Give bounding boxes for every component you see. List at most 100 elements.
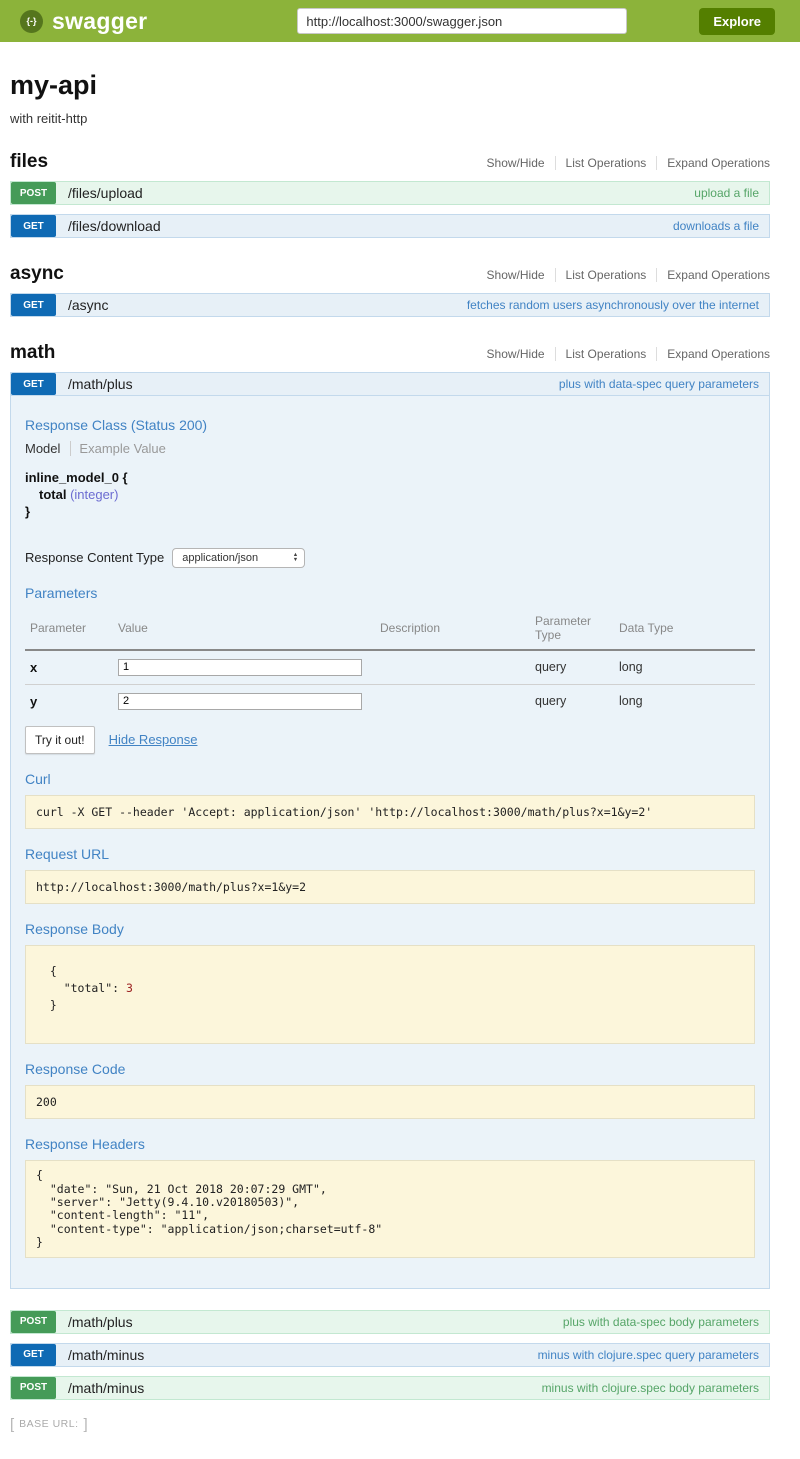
method-badge-post: POST — [11, 182, 56, 204]
tab-example-value[interactable]: Example Value — [71, 441, 165, 456]
operation-summary[interactable]: plus with data-spec query parameters — [559, 377, 759, 391]
operation-path[interactable]: /math/minus — [68, 1347, 144, 1363]
json-number-value: 3 — [126, 981, 133, 995]
parameters-heading: Parameters — [25, 585, 755, 601]
operation-summary[interactable]: fetches random users asynchronously over… — [467, 298, 759, 312]
api-subtitle: with reitit-http — [10, 111, 770, 126]
footer-close-bracket: ] — [84, 1416, 88, 1433]
parameters-table: Parameter Value Description Parameter Ty… — [25, 610, 755, 718]
show-hide-link[interactable]: Show/Hide — [477, 268, 555, 282]
method-badge-get: GET — [11, 215, 56, 237]
footer-open-bracket: [ — [10, 1416, 14, 1433]
parameter-type: query — [530, 650, 614, 685]
operation-summary[interactable]: upload a file — [694, 186, 759, 200]
resource-controls: Show/Hide List Operations Expand Operati… — [477, 268, 770, 282]
parameter-data-type: long — [614, 650, 755, 685]
request-url-value: http://localhost:3000/math/plus?x=1&y=2 — [25, 870, 755, 904]
operation-row[interactable]: POST /math/plus plus with data-spec body… — [10, 1310, 770, 1334]
property-type: (integer) — [70, 487, 118, 502]
operation-row[interactable]: POST /files/upload upload a file — [10, 181, 770, 205]
parameter-data-type: long — [614, 684, 755, 718]
response-class-heading: Response Class (Status 200) — [25, 417, 755, 433]
show-hide-link[interactable]: Show/Hide — [477, 347, 555, 361]
content-type-selected-value: application/json — [182, 552, 258, 564]
show-hide-link[interactable]: Show/Hide — [477, 156, 555, 170]
spec-url-input[interactable] — [297, 8, 627, 34]
operation-path[interactable]: /math/plus — [68, 1314, 133, 1330]
operation-summary[interactable]: plus with data-spec body parameters — [563, 1315, 759, 1329]
hide-response-link[interactable]: Hide Response — [109, 732, 198, 747]
header-bar: {-} swagger Explore — [0, 0, 800, 42]
api-info: my-api with reitit-http — [10, 70, 770, 126]
parameter-value-input-y[interactable] — [118, 693, 362, 710]
operation-row[interactable]: GET /files/download downloads a file — [10, 214, 770, 238]
content-type-select[interactable]: application/json ▲▼ — [172, 548, 305, 568]
response-code-value: 200 — [25, 1085, 755, 1119]
curl-heading: Curl — [25, 771, 755, 787]
tab-model[interactable]: Model — [25, 441, 71, 456]
list-operations-link[interactable]: List Operations — [555, 347, 657, 361]
base-url-label: BASE URL: — [19, 1418, 78, 1430]
operation-detail-panel: Response Class (Status 200) Model Exampl… — [10, 396, 770, 1289]
method-badge-get: GET — [11, 294, 56, 316]
explore-button[interactable]: Explore — [699, 8, 775, 35]
operation-path[interactable]: /math/plus — [68, 376, 133, 392]
response-content-type-label: Response Content Type — [25, 550, 164, 565]
parameter-name: x — [25, 650, 113, 685]
swagger-logo-icon: {-} — [20, 10, 43, 33]
list-operations-link[interactable]: List Operations — [555, 268, 657, 282]
select-stepper-icon: ▲▼ — [293, 553, 298, 562]
resource-name-files[interactable]: files — [10, 151, 48, 173]
operation-path[interactable]: /math/minus — [68, 1380, 144, 1396]
json-close-brace: } — [36, 997, 744, 1014]
operation-path[interactable]: /async — [68, 297, 108, 313]
signature-property: total (integer) — [39, 487, 755, 504]
column-header-value: Value — [113, 610, 375, 650]
expand-operations-link[interactable]: Expand Operations — [656, 156, 770, 170]
base-url-footer: [ BASE URL: ] — [10, 1416, 770, 1433]
expand-operations-link[interactable]: Expand Operations — [656, 347, 770, 361]
operation-path[interactable]: /files/upload — [68, 185, 143, 201]
parameter-type: query — [530, 684, 614, 718]
operation-path[interactable]: /files/download — [68, 218, 161, 234]
column-header-parameter: Parameter — [25, 610, 113, 650]
response-body-json: { "total": 3 } — [25, 945, 755, 1045]
response-body-heading: Response Body — [25, 921, 755, 937]
column-header-description: Description — [375, 610, 530, 650]
operation-summary[interactable]: minus with clojure.spec query parameters — [538, 1348, 759, 1362]
json-total-line: "total": 3 — [36, 980, 744, 997]
column-header-parameter-type: Parameter Type — [530, 610, 614, 650]
operation-row[interactable]: GET /async fetches random users asynchro… — [10, 293, 770, 317]
api-title: my-api — [10, 70, 770, 101]
list-operations-link[interactable]: List Operations — [555, 156, 657, 170]
response-headers-heading: Response Headers — [25, 1136, 755, 1152]
signature-close: } — [25, 504, 755, 521]
operation-summary[interactable]: minus with clojure.spec body parameters — [542, 1381, 759, 1395]
expand-operations-link[interactable]: Expand Operations — [656, 268, 770, 282]
method-badge-post: POST — [11, 1311, 56, 1333]
response-content-type-row: Response Content Type application/json ▲… — [25, 548, 755, 568]
resource-name-math[interactable]: math — [10, 342, 55, 364]
response-headers-value: { "date": "Sun, 21 Oct 2018 20:07:29 GMT… — [25, 1160, 755, 1258]
resource-controls: Show/Hide List Operations Expand Operati… — [477, 347, 770, 361]
parameter-row-y: y query long — [25, 684, 755, 718]
parameter-value-input-x[interactable] — [118, 659, 362, 676]
operation-row[interactable]: GET /math/minus minus with clojure.spec … — [10, 1343, 770, 1367]
try-it-out-button[interactable]: Try it out! — [25, 726, 95, 754]
model-tabs: Model Example Value — [25, 441, 755, 456]
resource-section-math: math Show/Hide List Operations Expand Op… — [10, 342, 770, 1400]
operation-summary[interactable]: downloads a file — [673, 219, 759, 233]
main-content: my-api with reitit-http files Show/Hide … — [10, 70, 770, 1433]
resource-section-files: files Show/Hide List Operations Expand O… — [10, 151, 770, 238]
method-badge-post: POST — [11, 1377, 56, 1399]
resource-name-async[interactable]: async — [10, 263, 64, 285]
parameter-description — [375, 650, 530, 685]
resource-controls: Show/Hide List Operations Expand Operati… — [477, 156, 770, 170]
parameter-row-x: x query long — [25, 650, 755, 685]
operation-row-expanded[interactable]: GET /math/plus plus with data-spec query… — [10, 372, 770, 396]
property-name: total — [39, 487, 70, 502]
brand-link[interactable]: swagger — [52, 8, 147, 35]
json-open-brace: { — [36, 963, 744, 980]
signature-open: inline_model_0 { — [25, 470, 755, 487]
operation-row[interactable]: POST /math/minus minus with clojure.spec… — [10, 1376, 770, 1400]
